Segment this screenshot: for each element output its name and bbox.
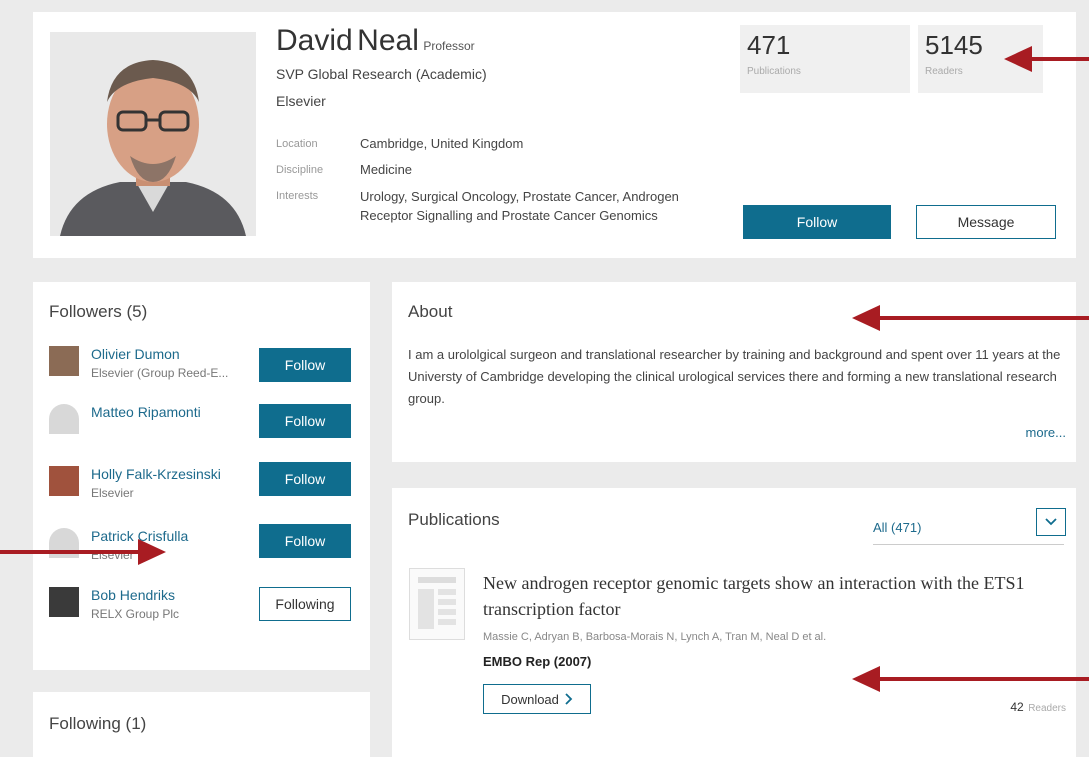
profile-rank: Professor	[423, 39, 475, 53]
following-title: Following (1)	[49, 714, 147, 733]
follower-item: Olivier Dumon Elsevier (Group Reed-E... …	[49, 346, 369, 402]
detail-discipline-value: Medicine	[360, 162, 413, 177]
stat-readers-label: Readers	[925, 66, 963, 77]
following-card: Following (1)	[33, 692, 370, 757]
profile-last-name: Neal	[357, 24, 419, 57]
annotation-arrow-about	[852, 305, 1089, 331]
profile-first-name: David	[276, 24, 353, 57]
publication-journal: EMBO Rep (2007)	[483, 654, 592, 669]
stat-publications-label: Publications	[747, 66, 801, 77]
stat-publications-count: 471	[747, 30, 791, 60]
avatar	[49, 587, 79, 617]
annotation-arrow-readers	[1004, 46, 1089, 72]
follower-follow-button[interactable]: Follow	[259, 348, 351, 382]
profile-header: David Neal Professor SVP Global Research…	[33, 12, 1076, 258]
profile-title: SVP Global Research (Academic)	[276, 66, 487, 82]
download-label: Download	[501, 691, 559, 707]
annotation-arrow-followers	[0, 539, 166, 565]
publications-title: Publications	[408, 510, 500, 529]
about-title: About	[408, 302, 453, 321]
follower-item: Patrick Crisfulla Elsevier Follow	[49, 524, 369, 584]
publication-thumbnail-icon	[409, 568, 465, 640]
profile-org: Elsevier	[276, 93, 326, 109]
avatar	[49, 346, 79, 376]
follower-name[interactable]: Holly Falk-Krzesinski	[91, 466, 221, 482]
detail-location-label: Location	[276, 138, 318, 150]
follower-org: Elsevier (Group Reed-E...	[91, 366, 229, 380]
follower-name[interactable]: Bob Hendriks	[91, 587, 175, 603]
publications-filter-label[interactable]: All (471)	[873, 520, 921, 535]
stat-publications[interactable]: 471 Publications	[740, 25, 910, 93]
publications-filter-dropdown[interactable]	[1036, 508, 1066, 536]
publication-readers-count: 42	[1010, 700, 1024, 714]
follower-org: RELX Group Plc	[91, 607, 180, 621]
follower-item: Bob Hendriks RELX Group Plc Following	[49, 587, 369, 643]
follower-item: Matteo Ripamonti Follow	[49, 404, 369, 460]
detail-interests-label: Interests	[276, 190, 319, 202]
about-card: About I am a urololgical surgeon and tra…	[392, 282, 1076, 462]
about-text: I am a urololgical surgeon and translati…	[408, 347, 1061, 406]
avatar	[49, 466, 79, 496]
follow-profile-button[interactable]: Follow	[743, 205, 891, 239]
follower-follow-button[interactable]: Follow	[259, 404, 351, 438]
publication-readers: 42 Readers	[1010, 698, 1066, 716]
publications-card: Publications All (471) New androgen rece…	[392, 488, 1076, 757]
publication-readers-label: Readers	[1028, 703, 1066, 714]
follower-org: Elsevier	[91, 486, 134, 500]
chevron-down-icon	[1045, 518, 1057, 526]
profile-photo	[50, 32, 256, 236]
chevron-right-icon	[565, 693, 573, 705]
message-button[interactable]: Message	[916, 205, 1056, 239]
publication-authors: Massie C, Adryan B, Barbosa-Morais N, Ly…	[483, 631, 827, 643]
follower-name[interactable]: Matteo Ripamonti	[91, 404, 201, 420]
follower-item: Holly Falk-Krzesinski Elsevier Follow	[49, 462, 369, 522]
annotation-arrow-publications	[852, 666, 1089, 692]
stat-readers-count: 5145	[925, 30, 983, 60]
follower-name[interactable]: Olivier Dumon	[91, 346, 180, 362]
avatar	[49, 404, 79, 434]
publications-filter-underline	[873, 544, 1064, 545]
followers-title: Followers (5)	[49, 302, 148, 321]
followers-card: Followers (5) Olivier Dumon Elsevier (Gr…	[33, 282, 370, 670]
detail-interests-value: Urology, Surgical Oncology, Prostate Can…	[360, 189, 679, 223]
detail-discipline-label: Discipline	[276, 164, 324, 176]
follower-follow-button[interactable]: Follow	[259, 524, 351, 558]
publication-title[interactable]: New androgen receptor genomic targets sh…	[483, 570, 1063, 622]
follower-follow-button[interactable]: Follow	[259, 462, 351, 496]
download-button[interactable]: Download	[483, 684, 591, 714]
detail-location-value: Cambridge, United Kingdom	[360, 136, 524, 151]
about-more-link[interactable]: more...	[1026, 425, 1066, 440]
follower-following-button[interactable]: Following	[259, 587, 351, 621]
